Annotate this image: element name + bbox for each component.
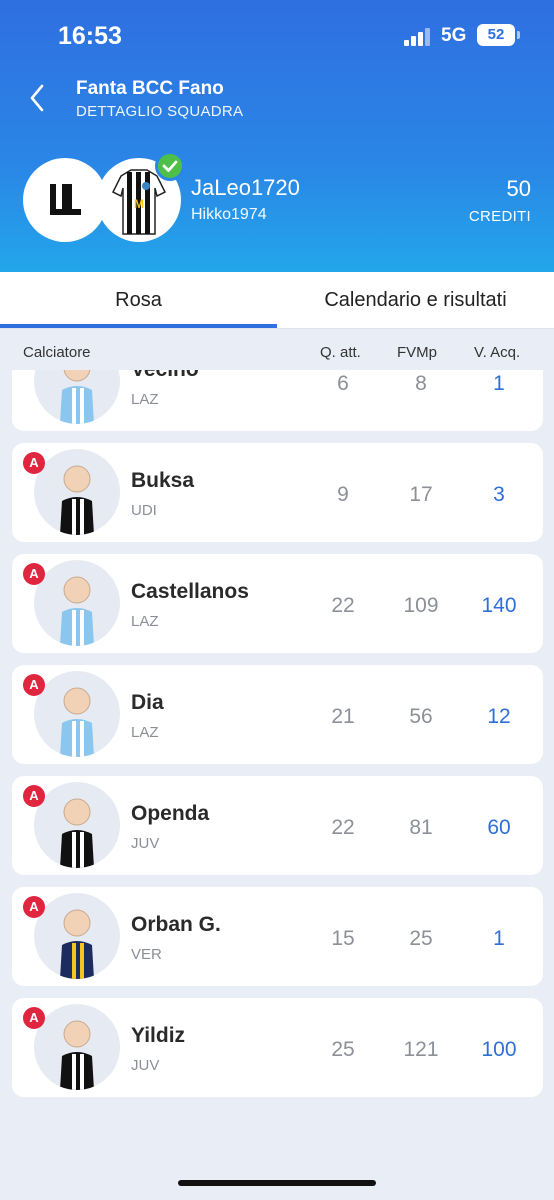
- player-fvm: 56: [409, 705, 433, 728]
- player-fvm: 109: [403, 594, 439, 617]
- player-team: JUV: [131, 835, 160, 852]
- player-quote: 22: [331, 816, 355, 839]
- page-subtitle: DETTAGLIO SQUADRA: [76, 103, 244, 120]
- player-name: Yildiz: [131, 1024, 186, 1047]
- tab-calendario[interactable]: Calendario e risultati: [277, 272, 554, 329]
- player-value: 140: [481, 594, 517, 617]
- column-header-fvm: FVMp: [397, 344, 438, 361]
- player-fvm: 25: [409, 927, 433, 950]
- player-value: 12: [487, 705, 511, 728]
- active-tab-indicator: [0, 324, 277, 328]
- player-value: 1: [493, 927, 505, 950]
- svg-text:M: M: [134, 197, 144, 211]
- player-card[interactable]: A Orban G. VER 15 25 1: [12, 887, 543, 986]
- player-avatar-icon: [60, 1020, 94, 1090]
- player-name: Openda: [131, 802, 210, 825]
- player-value: 60: [487, 816, 511, 839]
- jl-logo-icon: [50, 184, 81, 215]
- back-icon[interactable]: [26, 80, 50, 116]
- player-avatar-icon: [60, 687, 94, 757]
- status-bar: 16:53 5G 52: [0, 0, 554, 74]
- player-quote: 9: [337, 483, 349, 506]
- player-card[interactable]: A Yildiz JUV 25 121 100: [12, 998, 543, 1097]
- player-card[interactable]: A Buksa UDI 9 17 3: [12, 443, 543, 542]
- player-avatar: [34, 370, 120, 424]
- player-list: VecinoLAZ681ABuksaUDI9173ACastellanosLAZ…: [0, 370, 554, 1200]
- player-card[interactable]: A Openda JUV 22 81 60: [12, 776, 543, 875]
- player-card[interactable]: A Castellanos LAZ 22 109 140: [12, 554, 543, 653]
- battery-icon: 52: [477, 24, 515, 46]
- player-name: Buksa: [131, 469, 195, 492]
- player-name: Castellanos: [131, 580, 249, 603]
- team-owner: Hikko1974: [191, 206, 267, 223]
- player-avatar: [34, 560, 120, 646]
- player-avatar: [34, 671, 120, 757]
- player-team: LAZ: [131, 724, 159, 741]
- player-quote: 21: [331, 705, 355, 728]
- team-logo: [23, 158, 107, 242]
- player-team: JUV: [131, 1057, 160, 1074]
- player-quote: 22: [331, 594, 355, 617]
- team-name: JaLeo1720: [191, 175, 300, 200]
- player-quote: 6: [337, 372, 349, 395]
- player-card[interactable]: A Dia LAZ 21 56 12: [12, 665, 543, 764]
- player-avatar-icon: [60, 465, 94, 535]
- player-name: Orban G.: [131, 913, 221, 936]
- player-quote: 25: [331, 1038, 355, 1061]
- player-team: LAZ: [131, 613, 159, 630]
- player-team: UDI: [131, 502, 157, 519]
- player-value: 100: [481, 1038, 517, 1061]
- player-avatar-icon: [60, 798, 94, 868]
- home-indicator[interactable]: [178, 1180, 376, 1186]
- status-time: 16:53: [58, 22, 122, 50]
- player-team: LAZ: [131, 391, 159, 408]
- tab-rosa[interactable]: Rosa: [0, 272, 277, 329]
- player-fvm: 121: [403, 1038, 439, 1061]
- role-badge: A: [23, 896, 45, 918]
- player-avatar-icon: [60, 909, 94, 979]
- column-header-value: V. Acq.: [474, 344, 521, 361]
- column-header-player: Calciatore: [23, 344, 91, 361]
- player-value: 3: [493, 483, 505, 506]
- credits-label: CREDITI: [468, 208, 531, 225]
- role-badge: A: [23, 563, 45, 585]
- player-team: VER: [131, 946, 162, 963]
- credits-value: 50: [506, 176, 531, 201]
- tab-bar: Rosa Calendario e risultati: [0, 272, 554, 329]
- role-badge: A: [23, 674, 45, 696]
- player-avatar: [34, 1004, 120, 1090]
- role-badge: A: [23, 1007, 45, 1029]
- player-avatar-icon: [60, 576, 94, 646]
- signal-icon: [404, 28, 434, 46]
- role-badge: A: [23, 785, 45, 807]
- header: 16:53 5G 52 Fanta BCC Fano DETTAGLIO SQU…: [0, 0, 554, 272]
- player-avatar: [34, 782, 120, 868]
- player-fvm: 8: [415, 372, 427, 395]
- player-avatar: [34, 893, 120, 979]
- column-header-quote: Q. att.: [320, 344, 361, 361]
- player-value: 1: [493, 372, 505, 395]
- player-card[interactable]: Vecino LAZ 6 8 1: [12, 370, 543, 431]
- page-title: Fanta BCC Fano: [76, 78, 224, 99]
- player-fvm: 17: [409, 483, 433, 506]
- role-badge: A: [23, 452, 45, 474]
- player-name: Dia: [131, 691, 164, 714]
- verified-check-icon: [155, 151, 185, 181]
- network-label: 5G: [441, 25, 467, 46]
- player-name: Vecino: [131, 370, 199, 382]
- player-fvm: 81: [409, 816, 433, 839]
- player-avatar-icon: [60, 370, 94, 424]
- player-quote: 15: [331, 927, 355, 950]
- player-avatar: [34, 449, 120, 535]
- battery-tip: [517, 31, 520, 39]
